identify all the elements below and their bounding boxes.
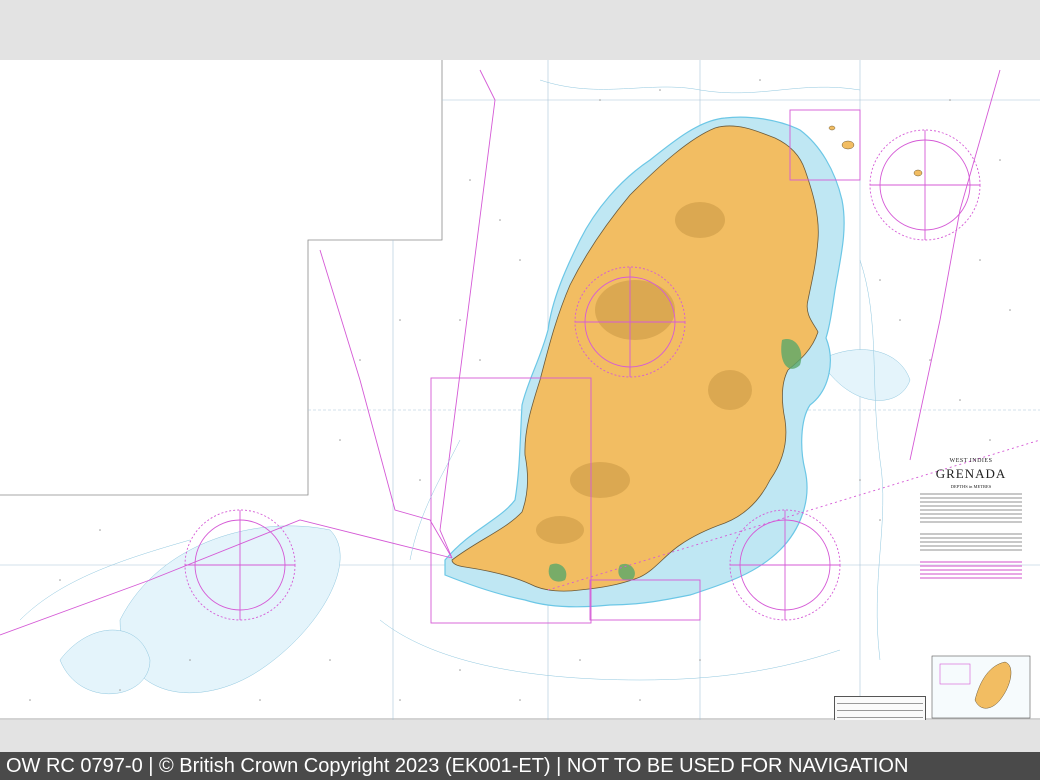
- copyright-footer: OW RC 0797-0 | © British Crown Copyright…: [0, 752, 1040, 780]
- bottom-margin-band: [0, 720, 1040, 752]
- top-margin-band: [0, 0, 1040, 60]
- inset-map: [931, 655, 1031, 719]
- nautical-chart[interactable]: WEST INDIES GRENADA DEPTHS in METRES: [0, 60, 1040, 780]
- chart-title-panel: WEST INDIES GRENADA DEPTHS in METRES: [918, 452, 1024, 622]
- chart-canvas: [0, 60, 1040, 720]
- chart-region: WEST INDIES: [949, 458, 993, 464]
- chart-title: GRENADA: [935, 466, 1007, 481]
- chart-depth-units: DEPTHS in METRES: [950, 484, 992, 489]
- chart-notes: [918, 493, 1024, 579]
